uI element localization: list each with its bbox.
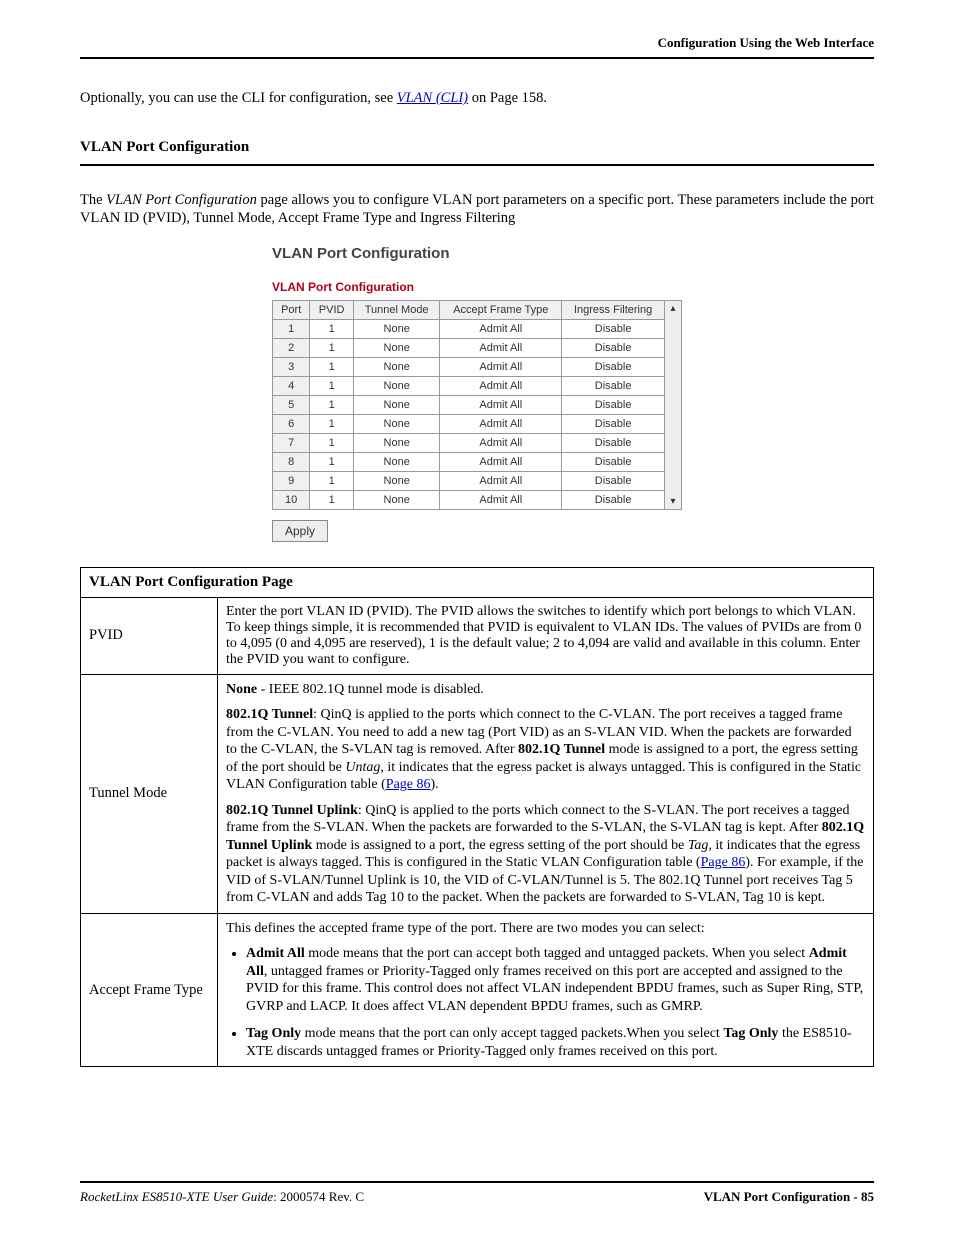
cell-pvid[interactable]: 1 <box>310 471 354 490</box>
cell-ingress[interactable]: Disable <box>562 471 665 490</box>
cell-port: 6 <box>273 414 310 433</box>
table-row: 11NoneAdmit AllDisable <box>273 319 665 338</box>
cell-ingress[interactable]: Disable <box>562 414 665 433</box>
cell-port: 3 <box>273 357 310 376</box>
cell-pvid[interactable]: 1 <box>310 338 354 357</box>
cell-pvid[interactable]: 1 <box>310 452 354 471</box>
cell-port: 4 <box>273 376 310 395</box>
row-accept-label: Accept Frame Type <box>81 913 218 1067</box>
cell-ingress[interactable]: Disable <box>562 319 665 338</box>
cell-tunnel[interactable]: None <box>353 338 439 357</box>
table-row: 31NoneAdmit AllDisable <box>273 357 665 376</box>
table-row: 101NoneAdmit AllDisable <box>273 490 665 509</box>
desc-header: VLAN Port Configuration Page <box>81 567 874 597</box>
cell-port: 1 <box>273 319 310 338</box>
page86-link-1[interactable]: Page 86 <box>386 777 431 792</box>
cell-accept[interactable]: Admit All <box>440 414 562 433</box>
config-table: Port PVID Tunnel Mode Accept Frame Type … <box>272 300 665 510</box>
cell-pvid[interactable]: 1 <box>310 376 354 395</box>
vlan-cli-link[interactable]: VLAN (CLI) <box>397 90 468 106</box>
cell-port: 5 <box>273 395 310 414</box>
footer-left: RocketLinx ES8510-XTE User Guide: 200057… <box>80 1189 364 1205</box>
section-divider <box>80 164 874 166</box>
cell-ingress[interactable]: Disable <box>562 452 665 471</box>
table-row: 61NoneAdmit AllDisable <box>273 414 665 433</box>
cell-port: 2 <box>273 338 310 357</box>
cell-port: 7 <box>273 433 310 452</box>
accept-bullet-2: Tag Only mode means that the port can on… <box>246 1025 865 1060</box>
description-table: VLAN Port Configuration Page PVID Enter … <box>80 567 874 1068</box>
cell-ingress[interactable]: Disable <box>562 490 665 509</box>
th-ingress: Ingress Filtering <box>562 300 665 319</box>
cell-pvid[interactable]: 1 <box>310 490 354 509</box>
cell-ingress[interactable]: Disable <box>562 376 665 395</box>
table-row: 41NoneAdmit AllDisable <box>273 376 665 395</box>
header-right: Configuration Using the Web Interface <box>80 35 874 51</box>
cell-accept[interactable]: Admit All <box>440 338 562 357</box>
th-port: Port <box>273 300 310 319</box>
row-tunnel-label: Tunnel Mode <box>81 674 218 913</box>
header-divider <box>80 57 874 59</box>
cell-tunnel[interactable]: None <box>353 452 439 471</box>
row-pvid-text: Enter the port VLAN ID (PVID). The PVID … <box>218 597 874 674</box>
screenshot-title: VLAN Port Configuration <box>272 245 682 262</box>
row-accept-text: This defines the accepted frame type of … <box>218 913 874 1067</box>
cell-accept[interactable]: Admit All <box>440 471 562 490</box>
page-footer: RocketLinx ES8510-XTE User Guide: 200057… <box>80 1181 874 1205</box>
cell-port: 10 <box>273 490 310 509</box>
intro-text: Optionally, you can use the CLI for conf… <box>80 89 874 109</box>
table-row: 21NoneAdmit AllDisable <box>273 338 665 357</box>
cell-pvid[interactable]: 1 <box>310 357 354 376</box>
cell-tunnel[interactable]: None <box>353 319 439 338</box>
cell-tunnel[interactable]: None <box>353 376 439 395</box>
apply-button[interactable]: Apply <box>272 520 328 542</box>
cell-ingress[interactable]: Disable <box>562 395 665 414</box>
section-body: The VLAN Port Configuration page allows … <box>80 191 874 227</box>
cell-accept[interactable]: Admit All <box>440 452 562 471</box>
cell-accept[interactable]: Admit All <box>440 395 562 414</box>
table-row: 91NoneAdmit AllDisable <box>273 471 665 490</box>
cell-accept[interactable]: Admit All <box>440 490 562 509</box>
cell-tunnel[interactable]: None <box>353 414 439 433</box>
cell-tunnel[interactable]: None <box>353 357 439 376</box>
scroll-down-icon[interactable]: ▾ <box>670 496 675 507</box>
cell-tunnel[interactable]: None <box>353 490 439 509</box>
cell-accept[interactable]: Admit All <box>440 319 562 338</box>
cell-pvid[interactable]: 1 <box>310 433 354 452</box>
page86-link-2[interactable]: Page 86 <box>701 855 746 870</box>
row-tunnel-text: None - IEEE 802.1Q tunnel mode is disabl… <box>218 674 874 913</box>
row-pvid-label: PVID <box>81 597 218 674</box>
cell-accept[interactable]: Admit All <box>440 433 562 452</box>
cell-ingress[interactable]: Disable <box>562 357 665 376</box>
cell-tunnel[interactable]: None <box>353 395 439 414</box>
accept-bullet-1: Admit All mode means that the port can a… <box>246 945 865 1015</box>
section-heading: VLAN Port Configuration <box>80 139 874 156</box>
cell-accept[interactable]: Admit All <box>440 376 562 395</box>
footer-right: VLAN Port Configuration - 85 <box>704 1189 874 1205</box>
cell-pvid[interactable]: 1 <box>310 414 354 433</box>
table-row: 71NoneAdmit AllDisable <box>273 433 665 452</box>
cell-accept[interactable]: Admit All <box>440 357 562 376</box>
cell-port: 9 <box>273 471 310 490</box>
cell-port: 8 <box>273 452 310 471</box>
scroll-up-icon[interactable]: ▴ <box>670 303 675 314</box>
config-screenshot: VLAN Port Configuration VLAN Port Config… <box>272 245 682 542</box>
cell-tunnel[interactable]: None <box>353 471 439 490</box>
cell-pvid[interactable]: 1 <box>310 395 354 414</box>
th-tunnel: Tunnel Mode <box>353 300 439 319</box>
th-accept: Accept Frame Type <box>440 300 562 319</box>
cell-tunnel[interactable]: None <box>353 433 439 452</box>
th-pvid: PVID <box>310 300 354 319</box>
cell-pvid[interactable]: 1 <box>310 319 354 338</box>
scrollbar[interactable]: ▴ ▾ <box>665 300 682 510</box>
screenshot-subtitle: VLAN Port Configuration <box>272 280 682 294</box>
table-row: 81NoneAdmit AllDisable <box>273 452 665 471</box>
table-row: 51NoneAdmit AllDisable <box>273 395 665 414</box>
cell-ingress[interactable]: Disable <box>562 338 665 357</box>
cell-ingress[interactable]: Disable <box>562 433 665 452</box>
